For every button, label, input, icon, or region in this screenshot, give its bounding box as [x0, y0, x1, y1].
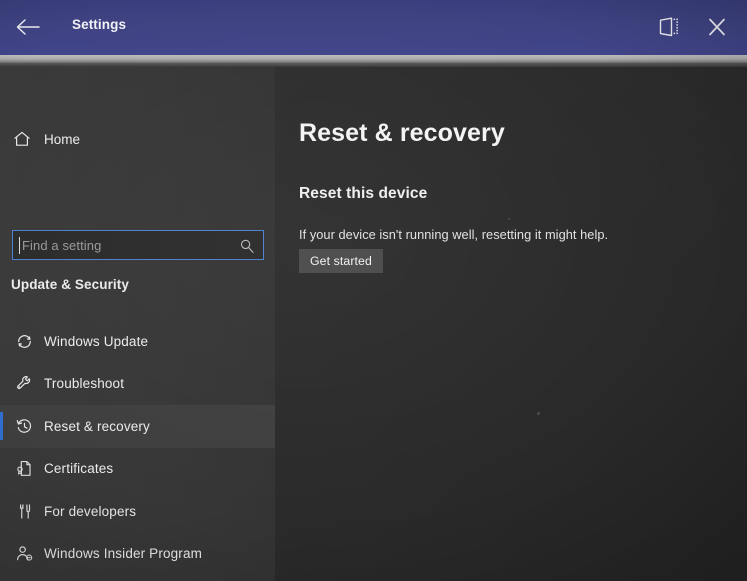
sidebar-section-header: Update & Security: [11, 277, 129, 292]
section-description: If your device isn't running well, reset…: [299, 227, 609, 242]
sidebar-item-label: For developers: [44, 503, 137, 519]
content-pane: Reset & recovery Reset this device If yo…: [275, 67, 747, 581]
home-icon: [0, 130, 44, 148]
sidebar-item-for-developers[interactable]: For developers: [0, 490, 275, 533]
search-icon[interactable]: [238, 237, 256, 255]
sidebar-item-reset-and-recovery[interactable]: Reset & recovery: [0, 405, 275, 448]
text-caret: [19, 237, 21, 254]
sidebar-item-windows-insider-program[interactable]: Windows Insider Program: [0, 533, 275, 576]
close-button[interactable]: [693, 6, 741, 48]
back-arrow-icon: [16, 19, 40, 35]
search-input[interactable]: Find a setting: [12, 230, 264, 260]
sidebar-item-windows-update[interactable]: Windows Update: [0, 320, 275, 363]
certificate-document-icon: [4, 459, 44, 478]
sidebar-item-troubleshoot[interactable]: Troubleshoot: [0, 363, 275, 406]
title-bar: Settings: [0, 0, 747, 55]
sidebar-item-label: Troubleshoot: [44, 376, 125, 392]
project-screen-icon: [659, 17, 678, 37]
project-screen-button[interactable]: [645, 6, 693, 48]
section-title: Reset this device: [299, 185, 428, 202]
sidebar-item-certificates[interactable]: Certificates: [0, 448, 275, 491]
window-title: Settings: [72, 17, 127, 32]
selection-indicator: [0, 412, 3, 440]
wrench-icon: [4, 374, 44, 393]
get-started-button[interactable]: Get started: [299, 249, 383, 273]
screen-glare-band: [0, 55, 747, 64]
sync-refresh-icon: [4, 332, 44, 351]
sidebar-nav-list: Windows Update Troubleshoot Reset & reco…: [0, 320, 275, 575]
sidebar: Home Find a setting Update & Security Wi…: [0, 67, 275, 581]
page-title: Reset & recovery: [299, 119, 505, 147]
settings-window: Settings Home Find a setting Update & Se…: [0, 0, 747, 581]
person-badge-icon: [4, 544, 44, 563]
tools-icon: [4, 502, 44, 521]
sidebar-item-label: Certificates: [44, 461, 114, 477]
history-clock-icon: [4, 417, 44, 436]
titlebar-buttons: [645, 6, 741, 48]
sidebar-item-label: Windows Insider Program: [44, 546, 203, 562]
sidebar-item-label: Reset & recovery: [44, 418, 150, 434]
sidebar-item-home[interactable]: Home: [0, 122, 275, 156]
sidebar-home-label: Home: [44, 131, 81, 147]
close-icon: [709, 18, 725, 36]
back-button[interactable]: [8, 8, 48, 46]
sidebar-item-label: Windows Update: [44, 333, 149, 349]
search-placeholder: Find a setting: [22, 237, 102, 253]
